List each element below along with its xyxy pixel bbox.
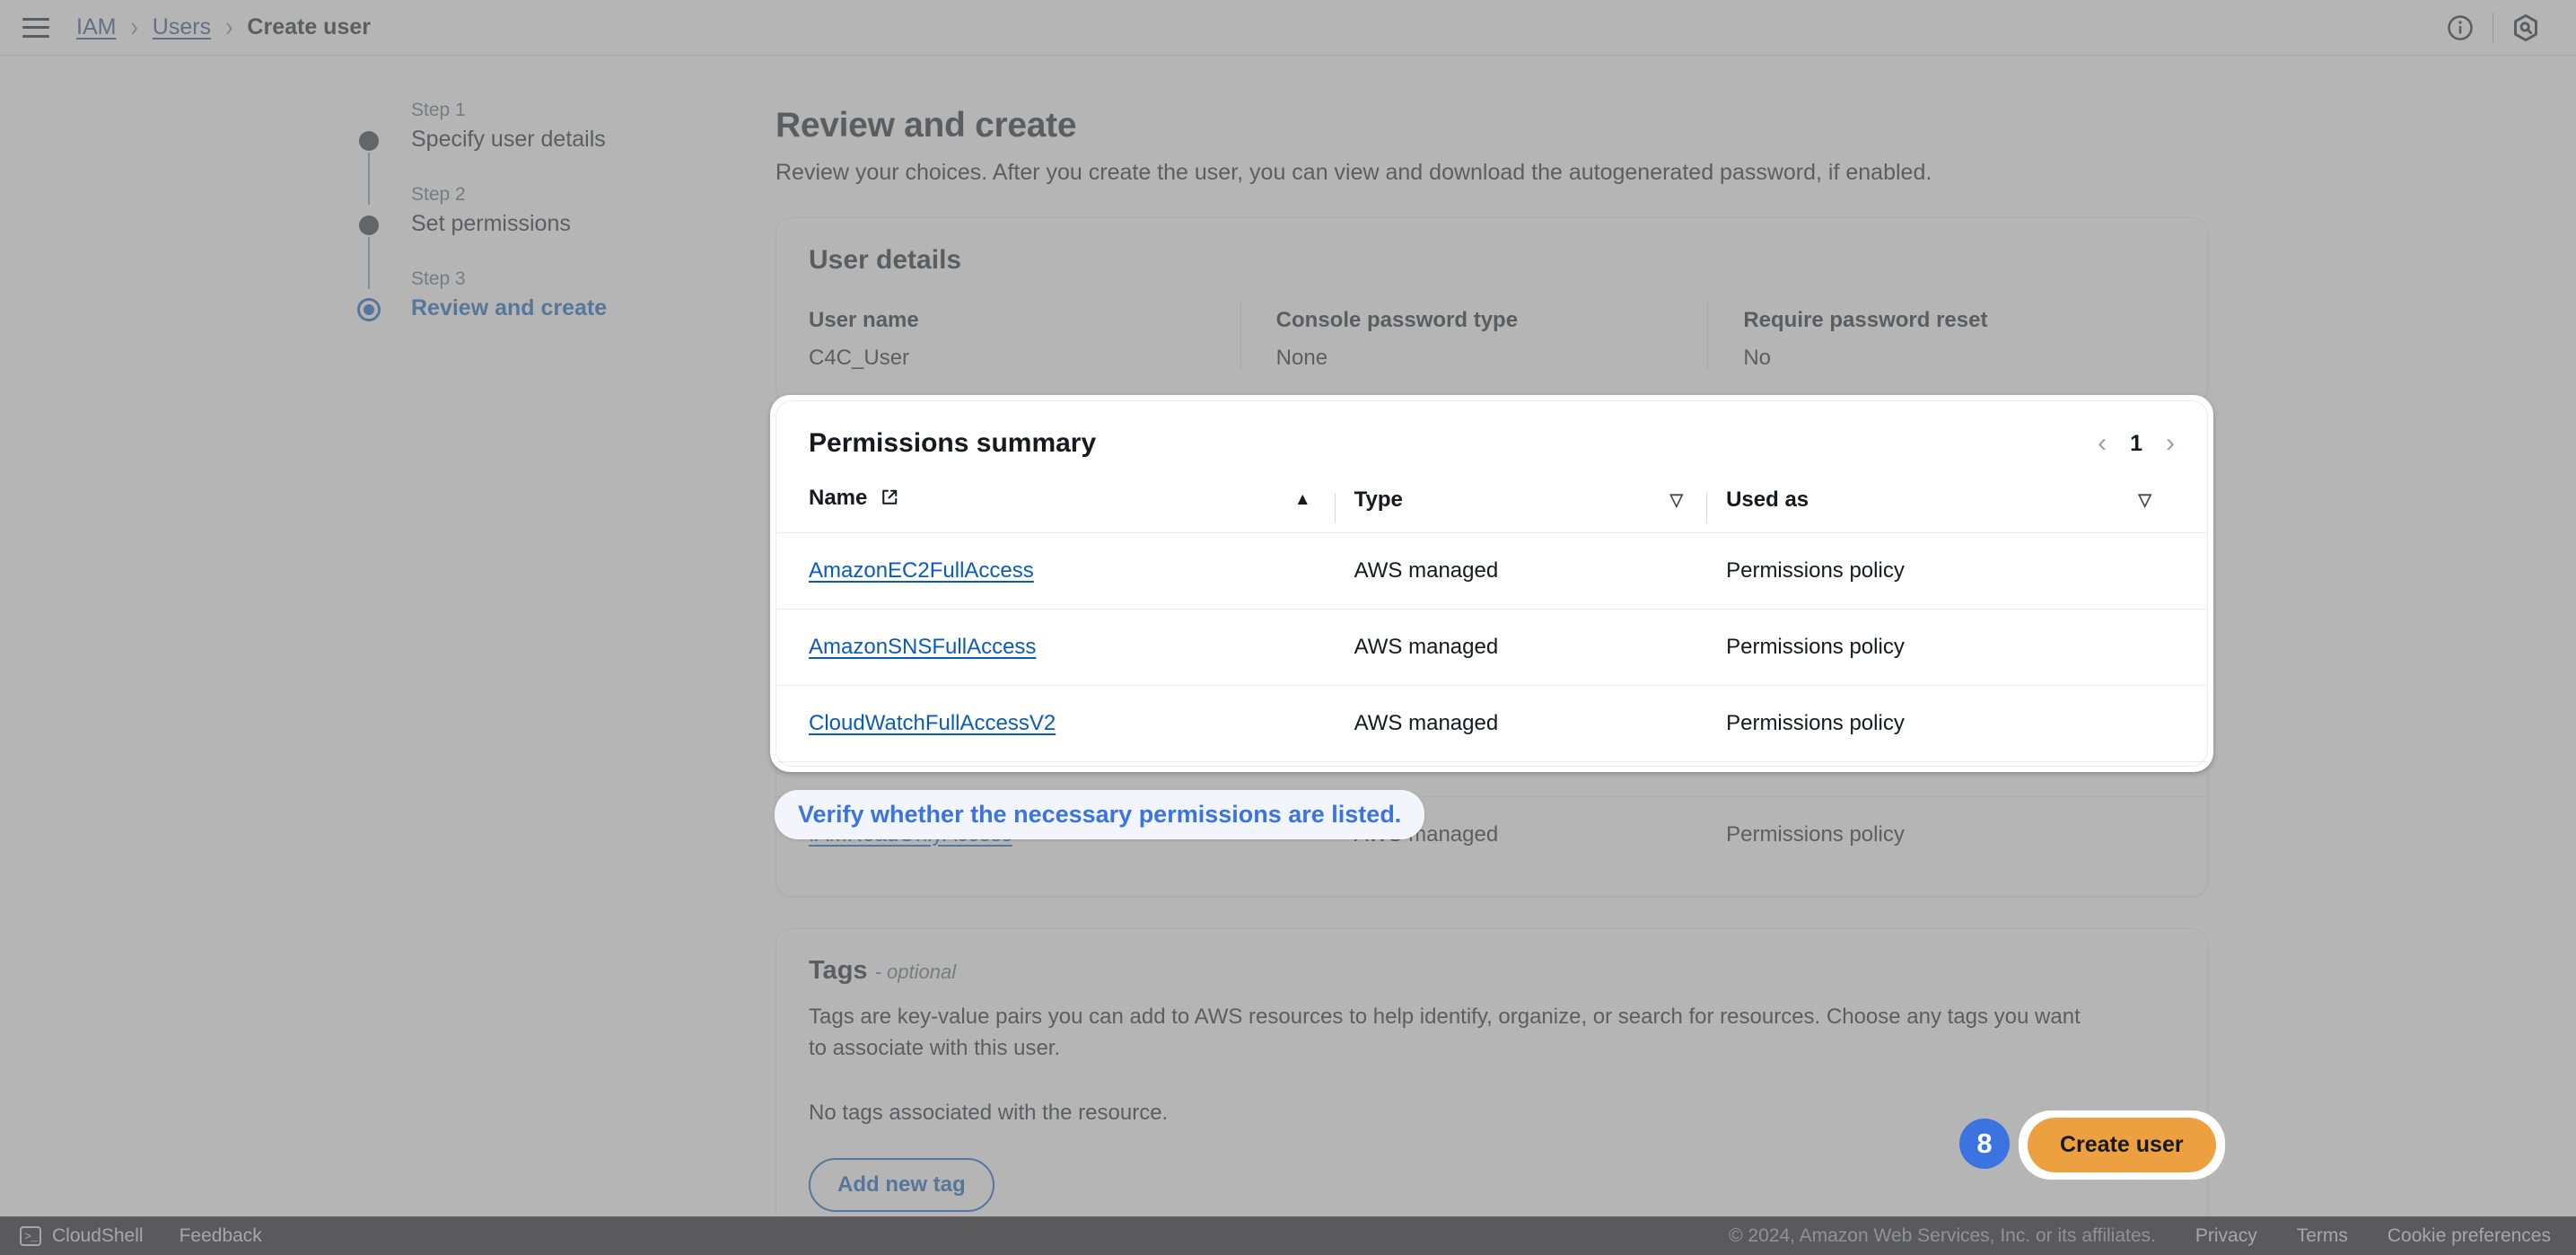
field-label: Console password type [1275,308,1519,332]
step-indicator-dot [359,131,379,151]
table-header-row: Name ▲ [776,486,2207,533]
permissions-table: Name ▲ [776,486,2207,772]
user-details-card: User details User name C4C_User Console … [775,217,2208,404]
breadcrumb-item-current: Create user [247,14,371,39]
permissions-summary-title: Permissions summary [809,428,1097,458]
breadcrumb-item-users[interactable]: Users [153,14,211,40]
policy-type: AWS managed [1335,762,1706,773]
create-user-button-spotlight: Create user [2019,1110,2225,1180]
table-row: CloudWatchFullAccessV2 AWS managed Permi… [776,685,2207,762]
wizard-step-3[interactable]: Step 3 Review and create [357,266,655,323]
policy-used-as: Permissions policy [1706,609,2207,686]
tags-empty-message: No tags associated with the resource. [809,1100,1169,1125]
permissions-summary-spotlight: Permissions summary ‹ 1 › Name ▲ Type ▽ … [770,395,2213,772]
top-navigation-bar: IAM › Users › Create user [0,0,2576,56]
policy-type: AWS managed [1334,609,1707,686]
field-label: User name [809,308,919,332]
cloudshell-label: CloudShell [52,1225,144,1246]
pagination-current-page: 1 [2130,430,2142,456]
wizard-step-3-number: Step 3 [411,268,466,289]
tags-title-text: Tags [809,956,868,985]
user-details-field-username: User name C4C_User [809,308,1240,371]
step-indicator-dot [359,215,379,235]
user-details-field-console-password-type: Console password type None [1240,303,1708,371]
feedback-button[interactable]: Feedback [180,1225,262,1247]
policy-link[interactable]: CloudWatchFullAccessV2 [809,711,1056,735]
field-value: C4C_User [809,346,910,370]
privacy-link[interactable]: Privacy [2195,1225,2257,1247]
breadcrumb-separator-icon: › [225,11,233,43]
terminal-icon: >_ [20,1226,41,1246]
cookie-preferences-link[interactable]: Cookie preferences [2388,1225,2551,1247]
cloudshell-button[interactable]: >_ CloudShell [20,1225,144,1247]
policy-type: AWS managed [1334,532,1707,610]
wizard-step-1[interactable]: Step 1 Specify user details [359,97,655,205]
table-row: AmazonSNSFullAccess AWS managed Permissi… [776,609,2207,686]
bottom-status-bar: >_ CloudShell Feedback © 2024, Amazon We… [0,1216,2576,1255]
wizard-step-navigation: Step 1 Specify user details Step 2 Set p… [357,97,655,323]
user-details-title: User details [809,245,962,275]
table-pagination: ‹ 1 › [2098,430,2175,457]
annotation-callout: Verify whether the necessary permissions… [775,790,1425,839]
policy-link[interactable]: AmazonSNSFullAccess [809,635,1036,659]
annotation-step-badge: 8 [1959,1119,2010,1169]
hamburger-menu-icon[interactable] [22,17,49,38]
wizard-step-2-number: Step 2 [411,184,466,205]
column-header-type[interactable]: Type ▽ [1334,486,1707,533]
page-title: Review and create [775,106,1077,145]
field-value: No [1743,346,1772,370]
sort-icon[interactable]: ▽ [1669,492,1683,509]
iam-create-user-page: IAM › Users › Create user Step 1 Specify… [0,0,2576,1255]
column-header-name[interactable]: Name ▲ [776,486,1335,533]
table-row: AmazonEC2FullAccess AWS managed Permissi… [776,532,2207,610]
pagination-prev-icon[interactable]: ‹ [2098,430,2107,457]
pagination-next-icon[interactable]: › [2166,430,2175,457]
page-description: Review your choices. After you create th… [775,160,1932,185]
table-row: IAMReadOnlyAccess AWS managed Permission… [776,762,2207,773]
breadcrumb-item-iam[interactable]: IAM [76,14,116,40]
policy-used-as: Permissions policy [1706,762,2207,773]
policy-used-as: Permissions policy [1706,685,2207,762]
tags-card: Tags - optional Tags are key-value pairs… [775,928,2208,1255]
sort-icon[interactable]: ▽ [2138,492,2151,509]
aws-q-hexagon-icon[interactable] [2501,3,2551,53]
breadcrumb: IAM › Users › Create user [76,11,371,43]
info-circle-icon[interactable] [2435,3,2485,53]
add-new-tag-button[interactable]: Add new tag [809,1157,994,1212]
field-label: Require password reset [1743,308,1988,332]
breadcrumb-separator-icon: › [130,11,138,43]
policy-link[interactable]: AmazonEC2FullAccess [809,558,1034,583]
column-header-used-as[interactable]: Used as ▽ [1706,486,2207,533]
field-value: None [1275,346,1328,370]
create-user-button[interactable]: Create user [2028,1118,2216,1172]
wizard-step-3-label: Review and create [411,295,608,320]
wizard-step-2[interactable]: Step 2 Set permissions [359,181,655,289]
copyright-text: © 2024, Amazon Web Services, Inc. or its… [1729,1225,2156,1246]
policy-type: AWS managed [1334,685,1707,762]
policy-used-as: Permissions policy [1726,822,1905,847]
sort-ascending-icon[interactable]: ▲ [1294,491,1311,508]
top-bar-actions [2435,3,2551,53]
wizard-step-2-label[interactable]: Set permissions [411,208,655,239]
column-header-name-label: Name [809,486,868,510]
tags-title: Tags - optional [809,956,2175,986]
external-link-icon[interactable] [881,487,898,513]
terms-link[interactable]: Terms [2297,1225,2348,1247]
column-header-type-label: Type [1354,487,1403,512]
column-header-used-as-label: Used as [1726,487,1809,512]
tags-description: Tags are key-value pairs you can add to … [809,1005,2081,1060]
policy-used-as: Permissions policy [1706,532,2207,610]
user-details-field-require-password-reset: Require password reset No [1707,303,2175,371]
step-indicator-dot-active [357,298,381,321]
tags-optional-label: - optional [874,961,957,983]
wizard-step-1-number: Step 1 [411,100,466,120]
wizard-step-1-label[interactable]: Specify user details [411,124,655,154]
